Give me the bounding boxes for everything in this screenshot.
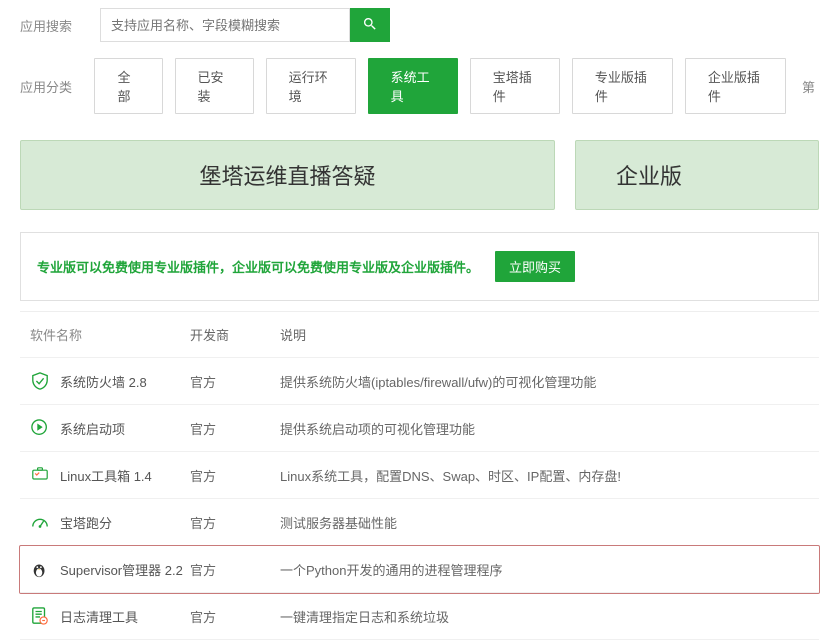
cell-desc: 提供系统防火墙(iptables/firewall/ufw)的可视化管理功能 — [280, 372, 809, 391]
cell-desc: 测试服务器基础性能 — [280, 513, 809, 532]
banner-main[interactable]: 堡塔运维直播答疑 — [20, 140, 555, 210]
box-icon — [30, 465, 50, 485]
app-name: Supervisor管理器 2.2 — [60, 560, 183, 579]
search-input[interactable] — [100, 8, 350, 42]
category-tab-4[interactable]: 宝塔插件 — [470, 58, 560, 114]
search-icon — [362, 16, 378, 35]
header-desc: 说明 — [280, 325, 809, 344]
category-row: 应用分类 全部已安装运行环境系统工具宝塔插件专业版插件企业版插件第 — [0, 50, 839, 122]
category-more[interactable]: 第 — [798, 69, 819, 104]
cell-name: 宝塔跑分 — [30, 512, 190, 532]
category-tab-0[interactable]: 全部 — [94, 58, 162, 114]
table-row[interactable]: 宝塔跑分 官方测试服务器基础性能 — [20, 499, 819, 546]
table-row[interactable]: 系统启动项 官方提供系统启动项的可视化管理功能 — [20, 405, 819, 452]
buy-now-button[interactable]: 立即购买 — [495, 251, 575, 282]
cell-name: 系统防火墙 2.8 — [30, 371, 190, 391]
header-name: 软件名称 — [30, 325, 190, 344]
table-row[interactable]: 系统防火墙 2.8 官方提供系统防火墙(iptables/firewall/ufw… — [20, 358, 819, 405]
header-dev: 开发商 — [190, 325, 280, 344]
cell-name: Supervisor管理器 2.2 — [30, 559, 190, 579]
cell-dev: 官方 — [190, 466, 280, 485]
table-row[interactable]: Linux工具箱 1.4 官方Linux系统工具，配置DNS、Swap、时区、IP… — [20, 452, 819, 499]
cell-dev: 官方 — [190, 513, 280, 532]
category-tab-6[interactable]: 企业版插件 — [685, 58, 786, 114]
log-icon — [30, 606, 50, 626]
category-tab-1[interactable]: 已安装 — [175, 58, 254, 114]
category-label: 应用分类 — [20, 77, 94, 96]
cell-name: 日志清理工具 — [30, 606, 190, 626]
shield-icon — [30, 371, 50, 391]
banner-side[interactable]: 企业版 — [575, 140, 819, 210]
cell-dev: 官方 — [190, 372, 280, 391]
notice-text: 专业版可以免费使用专业版插件，企业版可以免费使用专业版及企业版插件。 — [37, 257, 479, 276]
category-tab-2[interactable]: 运行环境 — [266, 58, 356, 114]
penguin-icon — [30, 559, 50, 579]
table-header: 软件名称 开发商 说明 — [20, 312, 819, 358]
notice-bar: 专业版可以免费使用专业版插件，企业版可以免费使用专业版及企业版插件。 立即购买 — [20, 232, 819, 301]
cell-desc: Linux系统工具，配置DNS、Swap、时区、IP配置、内存盘! — [280, 466, 809, 485]
banner-row: 堡塔运维直播答疑 企业版 — [0, 122, 839, 222]
cell-dev: 官方 — [190, 607, 280, 626]
table-row[interactable]: Supervisor管理器 2.2 官方一个Python开发的通用的进程管理程序 — [20, 546, 819, 593]
play-icon — [30, 418, 50, 438]
gauge-icon — [30, 512, 50, 532]
app-name: 系统防火墙 2.8 — [60, 372, 147, 391]
table-row[interactable]: 日志清理工具 官方一键清理指定日志和系统垃圾 — [20, 593, 819, 640]
app-name: Linux工具箱 1.4 — [60, 466, 152, 485]
cell-name: Linux工具箱 1.4 — [30, 465, 190, 485]
cell-desc: 提供系统启动项的可视化管理功能 — [280, 419, 809, 438]
category-tab-5[interactable]: 专业版插件 — [572, 58, 673, 114]
app-name: 宝塔跑分 — [60, 513, 112, 532]
cell-dev: 官方 — [190, 419, 280, 438]
search-row: 应用搜索 — [0, 0, 839, 50]
cell-dev: 官方 — [190, 560, 280, 579]
app-name: 日志清理工具 — [60, 607, 138, 626]
software-table: 软件名称 开发商 说明 系统防火墙 2.8官方提供系统防火墙(iptables/… — [20, 311, 819, 640]
search-label: 应用搜索 — [20, 16, 100, 35]
search-button[interactable] — [350, 8, 390, 42]
cell-desc: 一个Python开发的通用的进程管理程序 — [280, 560, 809, 579]
app-name: 系统启动项 — [60, 419, 125, 438]
cell-name: 系统启动项 — [30, 418, 190, 438]
cell-desc: 一键清理指定日志和系统垃圾 — [280, 607, 809, 626]
category-tab-3[interactable]: 系统工具 — [368, 58, 458, 114]
